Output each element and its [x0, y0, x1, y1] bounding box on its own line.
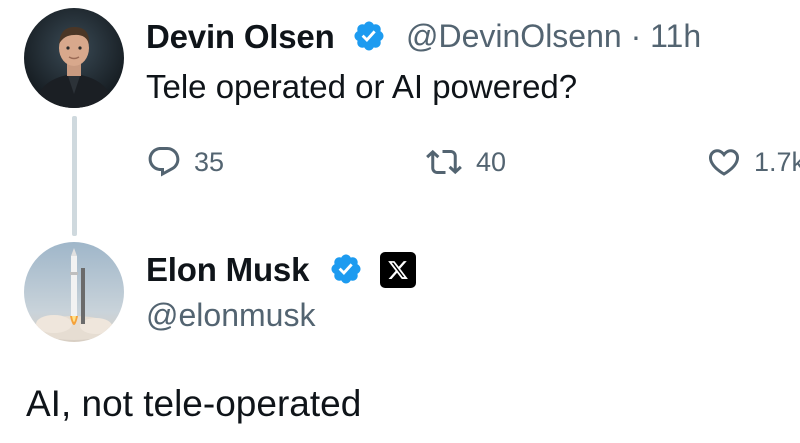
separator-dot: ·: [630, 18, 642, 54]
tweet-text: Tele operated or AI powered?: [146, 68, 578, 105]
avatar-elon-musk[interactable]: [24, 242, 124, 342]
reply-button[interactable]: 35: [146, 144, 224, 180]
repost-count: 40: [476, 146, 507, 177]
comment-bubble-icon: [148, 147, 180, 177]
reply-author-name[interactable]: Elon Musk: [146, 251, 309, 289]
heart-icon: [708, 149, 740, 176]
like-count: 1.7k: [754, 146, 800, 177]
thread-connector-line: [72, 116, 77, 236]
x-logo-icon[interactable]: [380, 252, 416, 288]
verified-badge-icon: [352, 19, 386, 58]
timestamp[interactable]: 11h: [650, 18, 701, 54]
like-button[interactable]: 1.7k: [706, 144, 800, 180]
author-handle[interactable]: @DevinOlsenn: [406, 18, 622, 54]
verified-badge-icon: [329, 252, 363, 291]
reply-author-handle[interactable]: @elonmusk: [146, 297, 315, 334]
avatar-devin-olsen[interactable]: [24, 8, 124, 108]
repost-button[interactable]: 40: [424, 144, 506, 180]
reply-count: 35: [194, 146, 225, 177]
author-handle-and-time[interactable]: @DevinOlsenn · 11h: [406, 18, 701, 55]
repost-arrows-icon: [426, 149, 462, 175]
reply-tweet-text: AI, not tele-operated: [26, 383, 362, 424]
author-name[interactable]: Devin Olsen: [146, 18, 335, 56]
